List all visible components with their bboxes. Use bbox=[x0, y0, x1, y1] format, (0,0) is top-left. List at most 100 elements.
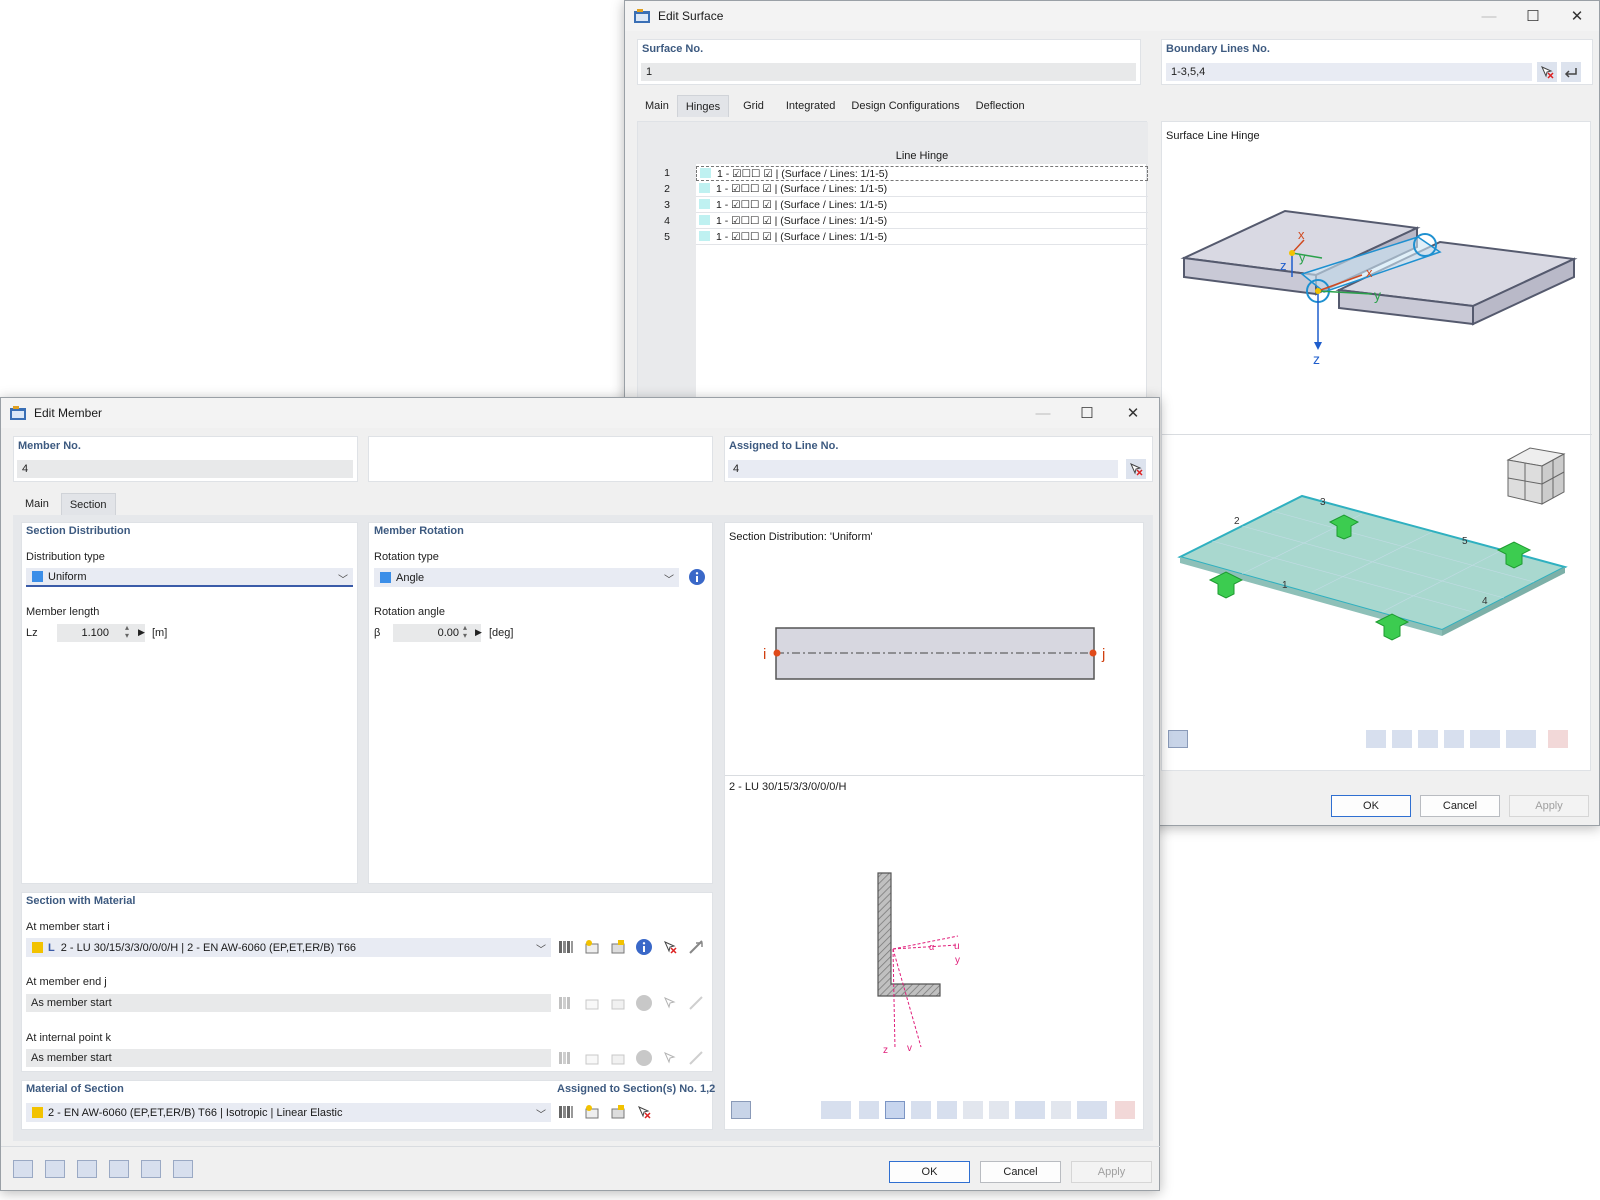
surface-apply-button[interactable]: Apply bbox=[1509, 795, 1589, 817]
section-material-panel bbox=[21, 892, 713, 1072]
surface-no-field[interactable]: 1 bbox=[641, 63, 1136, 81]
library-icon[interactable] bbox=[556, 1048, 576, 1068]
spinner-step-icon[interactable]: ▶ bbox=[475, 627, 482, 638]
centroid-icon[interactable] bbox=[885, 1101, 905, 1119]
maximize-button[interactable]: ☐ bbox=[1511, 1, 1555, 31]
parameters-icon[interactable] bbox=[686, 1048, 706, 1068]
table-row[interactable]: 1 - ☑☐☐ ☑ | (Surface / Lines: 1/1-5) bbox=[696, 182, 1148, 197]
close-button[interactable]: ✕ bbox=[1111, 398, 1155, 428]
parameters-icon[interactable] bbox=[686, 993, 706, 1013]
section-info-button[interactable] bbox=[634, 937, 654, 957]
formula-icon[interactable] bbox=[173, 1160, 193, 1178]
print-icon[interactable] bbox=[1077, 1101, 1107, 1119]
spinner-step-icon[interactable]: ▶ bbox=[138, 627, 145, 638]
new-icon[interactable] bbox=[582, 1048, 602, 1068]
tab-deflection[interactable]: Deflection bbox=[968, 95, 1033, 117]
info-button[interactable] bbox=[687, 567, 707, 587]
surface-ok-button[interactable]: OK bbox=[1331, 795, 1411, 817]
view-x-icon[interactable] bbox=[1366, 730, 1386, 748]
sync-view-icon[interactable] bbox=[731, 1101, 751, 1119]
member-cancel-button[interactable]: Cancel bbox=[980, 1161, 1061, 1183]
maximize-button[interactable]: ☐ bbox=[1065, 398, 1109, 428]
info-icon[interactable] bbox=[634, 1048, 654, 1068]
select-icon[interactable] bbox=[141, 1160, 161, 1178]
minimize-button[interactable]: — bbox=[1021, 398, 1065, 428]
boundary-lines-field[interactable]: 1-3,5,4 bbox=[1166, 63, 1532, 81]
view-iso-icon[interactable] bbox=[1444, 730, 1464, 748]
tab-hinges[interactable]: Hinges bbox=[677, 95, 729, 117]
new-material-button[interactable] bbox=[582, 1102, 602, 1122]
principal-axes-icon[interactable] bbox=[937, 1101, 957, 1119]
internal-point-field[interactable]: As member start bbox=[26, 1049, 551, 1067]
render-mode-icon[interactable] bbox=[1506, 730, 1536, 748]
edit-section-button[interactable] bbox=[608, 937, 628, 957]
display-mode-icon[interactable] bbox=[1470, 730, 1500, 748]
surface-cancel-button[interactable]: Cancel bbox=[1420, 795, 1500, 817]
close-button[interactable]: ✕ bbox=[1555, 1, 1599, 31]
rotation-type-label: Rotation type bbox=[374, 551, 439, 563]
pick-icon[interactable] bbox=[660, 993, 680, 1013]
view-z-icon[interactable] bbox=[1418, 730, 1438, 748]
member-no-field[interactable]: 4 bbox=[17, 460, 353, 478]
member-rotation-heading: Member Rotation bbox=[374, 525, 464, 537]
axis-label-x: x bbox=[1366, 265, 1373, 280]
sync-view-icon[interactable] bbox=[1168, 730, 1188, 748]
shear-center-icon[interactable] bbox=[911, 1101, 931, 1119]
new-icon[interactable] bbox=[582, 993, 602, 1013]
section-library-button[interactable] bbox=[556, 937, 576, 957]
material-library-button[interactable] bbox=[556, 1102, 576, 1122]
section-display-icon[interactable] bbox=[821, 1101, 851, 1119]
help-icon[interactable] bbox=[13, 1160, 33, 1178]
library-icon[interactable] bbox=[556, 993, 576, 1013]
member-ok-button[interactable]: OK bbox=[889, 1161, 970, 1183]
member-end-field[interactable]: As member start bbox=[26, 994, 551, 1012]
assigned-line-field[interactable]: 4 bbox=[728, 460, 1118, 478]
text-icon[interactable] bbox=[77, 1160, 97, 1178]
spinner-arrows-icon[interactable]: ▴▾ bbox=[463, 624, 467, 640]
minimize-button[interactable]: — bbox=[1467, 1, 1511, 31]
tab-design-configurations[interactable]: Design Configurations bbox=[843, 95, 967, 117]
table-row[interactable]: 1 - ☑☐☐ ☑ | (Surface / Lines: 1/1-5) bbox=[696, 214, 1148, 229]
tab-section[interactable]: Section bbox=[61, 493, 116, 515]
info-icon[interactable] bbox=[634, 993, 654, 1013]
member-apply-button[interactable]: Apply bbox=[1071, 1161, 1152, 1183]
edit-icon[interactable] bbox=[608, 993, 628, 1013]
pick-material-button[interactable] bbox=[634, 1102, 654, 1122]
new-section-button[interactable] bbox=[582, 937, 602, 957]
view-icon[interactable] bbox=[109, 1160, 129, 1178]
rotation-angle-spinner[interactable]: 0.00 bbox=[393, 624, 481, 642]
pick-line-button[interactable] bbox=[1126, 459, 1146, 479]
hinge-row-text: 1 - ☑☐☐ ☑ | (Surface / Lines: 1/1-5) bbox=[716, 183, 887, 195]
axes-icon[interactable] bbox=[963, 1101, 983, 1119]
distribution-icon[interactable] bbox=[1051, 1101, 1071, 1119]
edit-icon[interactable] bbox=[608, 1048, 628, 1068]
tab-main[interactable]: Main bbox=[637, 95, 677, 117]
section-color-swatch bbox=[32, 942, 43, 953]
surface-no-label: Surface No. bbox=[642, 43, 703, 55]
pick-section-button[interactable] bbox=[660, 937, 680, 957]
units-icon[interactable] bbox=[45, 1160, 65, 1178]
dimensions-icon[interactable] bbox=[859, 1101, 879, 1119]
parameters-button[interactable] bbox=[686, 937, 706, 957]
reset-view-icon[interactable] bbox=[1548, 730, 1568, 748]
spinner-arrows-icon[interactable]: ▴▾ bbox=[125, 624, 129, 640]
table-row[interactable]: 1 - ☑☐☐ ☑ | (Surface / Lines: 1/1-5) bbox=[696, 230, 1148, 245]
table-row[interactable]: 1 - ☑☐☐ ☑ | (Surface / Lines: 1/1-5) bbox=[696, 166, 1148, 181]
material-select[interactable]: 2 - EN AW-6060 (EP,ET,ER/B) T66 | Isotro… bbox=[26, 1103, 551, 1122]
reset-view-icon[interactable] bbox=[1115, 1101, 1135, 1119]
pick-lines-button[interactable] bbox=[1537, 62, 1557, 82]
member-length-spinner[interactable]: 1.100 bbox=[57, 624, 145, 642]
view-neg-y-icon[interactable] bbox=[1392, 730, 1412, 748]
tab-grid[interactable]: Grid bbox=[729, 95, 778, 117]
distribution-type-select[interactable]: Uniform ﹀ bbox=[26, 568, 353, 587]
stress-points-icon[interactable] bbox=[989, 1101, 1009, 1119]
tab-integrated[interactable]: Integrated bbox=[778, 95, 844, 117]
tab-main[interactable]: Main bbox=[13, 493, 61, 515]
grid-icon[interactable] bbox=[1015, 1101, 1045, 1119]
reverse-button[interactable] bbox=[1561, 62, 1581, 82]
table-row[interactable]: 1 - ☑☐☐ ☑ | (Surface / Lines: 1/1-5) bbox=[696, 198, 1148, 213]
rotation-type-select[interactable]: Angle ﹀ bbox=[374, 568, 679, 587]
pick-icon[interactable] bbox=[660, 1048, 680, 1068]
edit-material-button[interactable] bbox=[608, 1102, 628, 1122]
member-start-select[interactable]: L 2 - LU 30/15/3/3/0/0/0/H | 2 - EN AW-6… bbox=[26, 938, 551, 957]
